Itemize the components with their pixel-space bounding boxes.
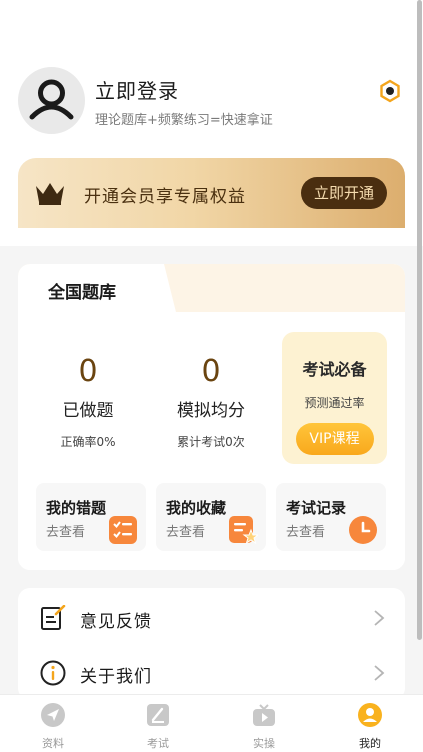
- tab-exam-label: 考试: [147, 737, 169, 750]
- tab-materials-label: 资料: [42, 737, 64, 750]
- tab-mine[interactable]: 我的: [330, 695, 410, 752]
- hexagon-settings-icon[interactable]: [378, 79, 402, 103]
- feedback-edit-icon: [41, 605, 66, 630]
- shortcut-exam-records-sub: 去查看: [286, 525, 326, 540]
- avatar[interactable]: [18, 67, 85, 134]
- shortcut-exam-records-title: 考试记录: [286, 499, 347, 517]
- chevron-right-icon: [374, 665, 385, 681]
- vip-promo-text: 开通会员享专属权益: [84, 187, 246, 207]
- stat-done-sub: 正确率0%: [60, 435, 116, 449]
- menu-item-feedback-label: 意见反馈: [80, 612, 152, 632]
- exam-essentials-title: 考试必备: [302, 360, 367, 379]
- menu-list: 意见反馈 关于我们: [18, 588, 405, 700]
- mistakes-list-icon: [109, 516, 137, 544]
- menu-item-feedback[interactable]: 意见反馈: [18, 590, 405, 646]
- exam-essentials-subtitle: 预测通过率: [304, 396, 365, 410]
- shortcut-favorites-sub: 去查看: [166, 525, 206, 540]
- stat-mock-avg[interactable]: 0 模拟均分 累计考试0次: [151, 354, 271, 450]
- video-tv-icon: [253, 704, 275, 726]
- tab-practice[interactable]: 实操: [224, 695, 304, 752]
- login-title[interactable]: 立即登录: [95, 75, 179, 104]
- profile-person-icon: [358, 703, 382, 727]
- stat-mock-avg-value: 0: [201, 354, 221, 389]
- shortcut-mistakes-title: 我的错题: [46, 499, 107, 517]
- shortcut-mistakes-sub: 去查看: [46, 525, 86, 540]
- tab-national-bank-label[interactable]: 全国题库: [48, 278, 116, 303]
- vip-course-button[interactable]: VIP课程: [295, 423, 374, 455]
- login-subtitle: 理论题库+频繁练习=快速拿证: [95, 113, 273, 128]
- menu-item-about-label: 关于我们: [80, 667, 152, 687]
- exam-notebook-icon: [147, 704, 169, 726]
- stat-mock-avg-label: 模拟均分: [177, 401, 245, 421]
- info-icon: [40, 660, 66, 686]
- clock-icon: [349, 516, 377, 544]
- crown-icon: [36, 183, 64, 205]
- menu-item-about[interactable]: 关于我们: [18, 645, 405, 701]
- shortcut-exam-records[interactable]: 考试记录 去查看: [276, 483, 386, 551]
- stat-mock-avg-sub: 累计考试0次: [177, 435, 245, 449]
- profile-section[interactable]: 立即登录 理论题库+频繁练习=快速拿证: [18, 67, 408, 137]
- exam-essentials-box[interactable]: 考试必备 预测通过率 VIP课程: [282, 332, 387, 464]
- vip-banner[interactable]: 开通会员享专属权益 立即开通: [18, 158, 405, 228]
- navigation-arrow-icon: [41, 703, 65, 727]
- bottom-tab-bar: 资料 考试 实操 我的: [0, 694, 423, 752]
- shortcut-mistakes[interactable]: 我的错题 去查看: [36, 483, 146, 551]
- vip-open-button[interactable]: 立即开通: [301, 177, 387, 209]
- favorites-star-icon: [229, 516, 258, 545]
- stat-done-label: 已做题: [62, 401, 114, 421]
- user-silhouette-icon: [29, 79, 74, 120]
- tab-mine-label: 我的: [359, 737, 381, 750]
- shortcut-favorites-title: 我的收藏: [166, 499, 227, 517]
- scrollbar[interactable]: [417, 0, 422, 640]
- question-bank-card: 全国题库 0 已做题 正确率0% 0 模拟均分 累计考试0次 考试必备 预测通过…: [18, 264, 405, 570]
- chevron-right-icon: [374, 610, 385, 626]
- stat-done-value: 0: [78, 354, 98, 389]
- shortcut-favorites[interactable]: 我的收藏 去查看: [156, 483, 266, 551]
- tab-exam[interactable]: 考试: [118, 695, 198, 752]
- tab-practice-label: 实操: [253, 737, 275, 750]
- stat-done[interactable]: 0 已做题 正确率0%: [28, 354, 148, 450]
- tab-materials[interactable]: 资料: [13, 695, 93, 752]
